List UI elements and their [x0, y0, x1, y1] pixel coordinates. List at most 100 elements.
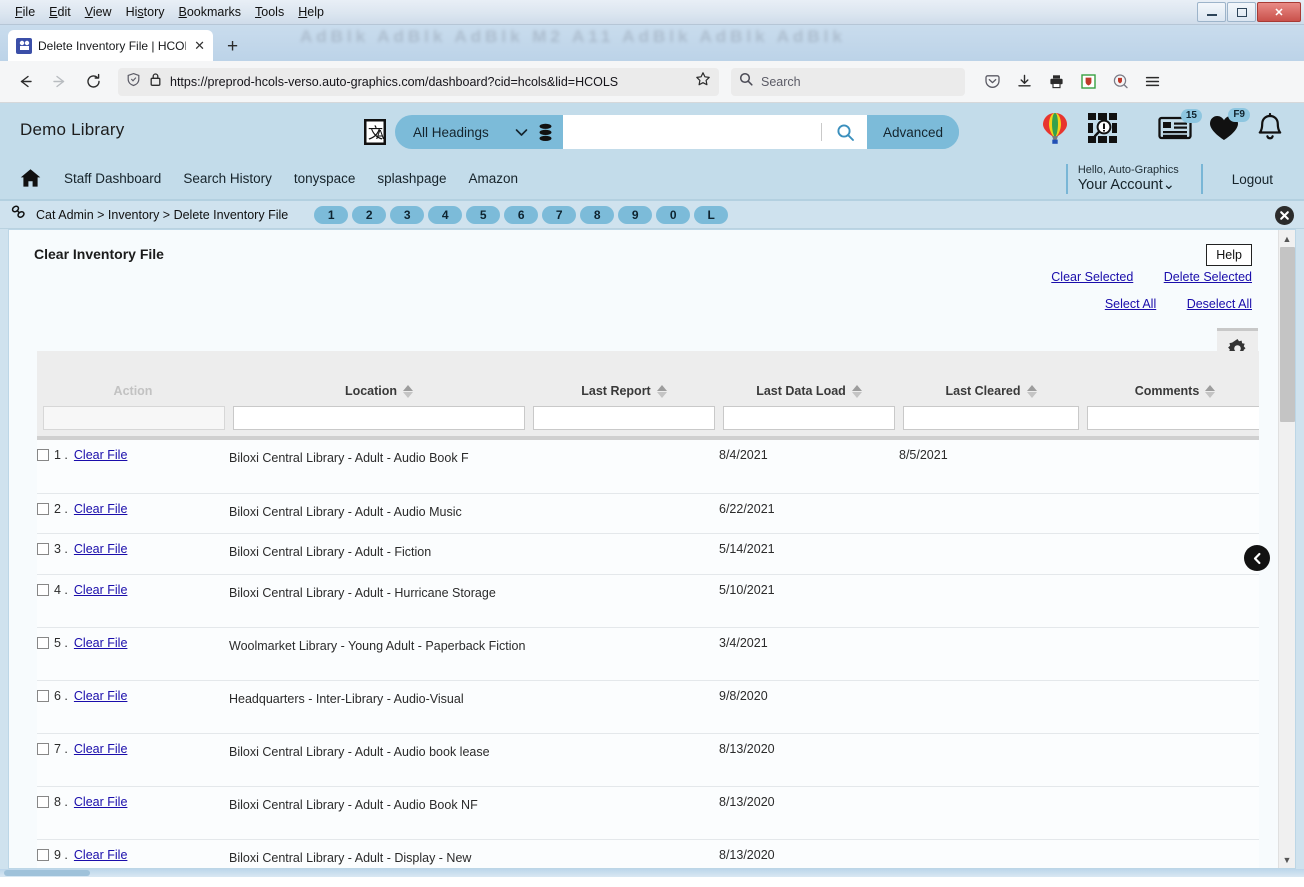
advanced-search-button[interactable]: Advanced: [866, 115, 959, 149]
bell-alerts-icon[interactable]: [1256, 113, 1284, 143]
clear-file-link[interactable]: Clear File: [74, 636, 128, 650]
page-button-0[interactable]: 0: [656, 205, 691, 224]
clear-file-link[interactable]: Clear File: [74, 583, 128, 597]
logout-link[interactable]: Logout: [1221, 172, 1284, 187]
page-button-6[interactable]: 6: [504, 205, 539, 224]
help-button[interactable]: Help: [1206, 244, 1252, 266]
clear-file-link[interactable]: Clear File: [74, 742, 128, 756]
nav-link-amazon[interactable]: Amazon: [457, 171, 529, 186]
clear-file-link[interactable]: Clear File: [74, 502, 128, 516]
previous-page-icon[interactable]: [1244, 545, 1270, 571]
print-icon[interactable]: [1041, 67, 1071, 97]
page-button-2[interactable]: 2: [352, 205, 387, 224]
scroll-thumb[interactable]: [1280, 247, 1295, 422]
col-header-last-report[interactable]: Last Report: [529, 351, 719, 406]
forward-icon[interactable]: [44, 67, 74, 97]
page-button-3[interactable]: 3: [390, 205, 425, 224]
app-menu-icon[interactable]: [1137, 67, 1167, 97]
row-checkbox[interactable]: [37, 796, 49, 809]
clear-file-link[interactable]: Clear File: [74, 689, 128, 703]
reload-icon[interactable]: [78, 67, 108, 97]
content-vertical-scrollbar[interactable]: ▲ ▼: [1278, 230, 1295, 868]
shield-icon[interactable]: [126, 72, 141, 92]
clear-file-link[interactable]: Clear File: [74, 795, 128, 809]
row-checkbox[interactable]: [37, 637, 49, 650]
maximize-button[interactable]: [1227, 2, 1256, 22]
database-stack-icon[interactable]: [538, 123, 563, 142]
menu-file[interactable]: File: [8, 3, 42, 21]
pocket-icon[interactable]: [977, 67, 1007, 97]
filter-input-last-cleared[interactable]: [903, 406, 1079, 430]
page-button-4[interactable]: 4: [428, 205, 463, 224]
scroll-down-icon[interactable]: ▼: [1279, 851, 1295, 868]
clear-file-link[interactable]: Clear File: [74, 448, 128, 462]
close-window-button[interactable]: ✕: [1257, 2, 1301, 22]
page-button-l[interactable]: L: [694, 205, 729, 224]
menu-edit[interactable]: Edit: [42, 3, 78, 21]
bookmark-star-icon[interactable]: [695, 71, 711, 92]
filter-input-location[interactable]: [233, 406, 525, 430]
hscroll-thumb[interactable]: [4, 870, 90, 876]
nav-link-search-history[interactable]: Search History: [172, 171, 283, 186]
nav-link-tonyspace[interactable]: tonyspace: [283, 171, 367, 186]
downloads-icon[interactable]: [1009, 67, 1039, 97]
favorites-heart-icon[interactable]: F9: [1208, 108, 1250, 142]
page-button-7[interactable]: 7: [542, 205, 577, 224]
nav-link-splashpage[interactable]: splashpage: [366, 171, 457, 186]
scroll-up-icon[interactable]: ▲: [1279, 230, 1295, 247]
page-button-5[interactable]: 5: [466, 205, 501, 224]
search-input[interactable]: [562, 115, 828, 149]
filter-input-comments[interactable]: [1087, 406, 1259, 430]
clear-selected-link[interactable]: Clear Selected: [1051, 270, 1133, 284]
page-button-1[interactable]: 1: [314, 205, 349, 224]
home-icon[interactable]: [20, 168, 41, 188]
back-icon[interactable]: [10, 67, 40, 97]
row-checkbox[interactable]: [37, 584, 49, 597]
menu-bookmarks[interactable]: Bookmarks: [172, 3, 249, 21]
row-checkbox[interactable]: [37, 543, 49, 556]
url-bar[interactable]: https://preprod-hcols-verso.auto-graphic…: [118, 67, 719, 96]
row-checkbox[interactable]: [37, 502, 49, 515]
filter-input-last-report[interactable]: [533, 406, 715, 430]
menu-tools[interactable]: Tools: [248, 3, 291, 21]
select-all-link[interactable]: Select All: [1105, 297, 1156, 311]
tab-close-icon[interactable]: ✕: [192, 38, 207, 54]
minimize-button[interactable]: [1197, 2, 1226, 22]
menu-help[interactable]: Help: [291, 3, 331, 21]
menu-history[interactable]: History: [119, 3, 172, 21]
col-header-comments[interactable]: Comments: [1083, 351, 1259, 406]
account-menu[interactable]: Hello, Auto-Graphics Your Account⌄: [1065, 164, 1179, 194]
new-tab-button[interactable]: +: [227, 37, 238, 56]
language-toggle-icon[interactable]: 文A: [363, 118, 387, 146]
visual-search-icon[interactable]: [1086, 111, 1120, 145]
col-header-last-cleared[interactable]: Last Cleared: [899, 351, 1083, 406]
row-checkbox[interactable]: [37, 449, 49, 461]
page-button-9[interactable]: 9: [618, 205, 653, 224]
nav-link-staff-dashboard[interactable]: Staff Dashboard: [53, 171, 172, 186]
row-checkbox[interactable]: [37, 690, 49, 703]
menu-view[interactable]: View: [78, 3, 119, 21]
col-header-last-data-load[interactable]: Last Data Load: [719, 351, 899, 406]
inventory-table-scroll[interactable]: Action Location Last Report Last Data Lo…: [37, 351, 1259, 868]
col-header-location[interactable]: Location: [229, 351, 529, 406]
search-submit-icon[interactable]: [827, 115, 867, 149]
row-checkbox[interactable]: [37, 849, 49, 862]
account-block: Hello, Auto-Graphics Your Account⌄ Logou…: [1065, 157, 1284, 201]
adblock-search-extension-icon[interactable]: [1105, 67, 1135, 97]
clear-file-link[interactable]: Clear File: [74, 848, 128, 862]
adblock-extension-icon[interactable]: [1073, 67, 1103, 97]
hot-air-balloon-icon[interactable]: [1040, 111, 1070, 145]
browser-search-box[interactable]: Search: [731, 67, 965, 96]
notifications-list-icon[interactable]: 15: [1158, 109, 1202, 141]
deselect-all-link[interactable]: Deselect All: [1187, 297, 1252, 311]
row-checkbox[interactable]: [37, 743, 49, 756]
filter-input-last-data-load[interactable]: [723, 406, 895, 430]
browser-tab-active[interactable]: Delete Inventory File | HCOLS | H ✕: [8, 30, 213, 61]
clear-file-link[interactable]: Clear File: [74, 542, 128, 556]
page-button-8[interactable]: 8: [580, 205, 615, 224]
close-icon[interactable]: [1275, 206, 1294, 230]
delete-selected-link[interactable]: Delete Selected: [1164, 270, 1252, 284]
search-scope-select[interactable]: All Headings: [395, 115, 538, 149]
lock-icon[interactable]: [149, 72, 162, 92]
page-horizontal-scrollbar[interactable]: [0, 869, 1304, 877]
